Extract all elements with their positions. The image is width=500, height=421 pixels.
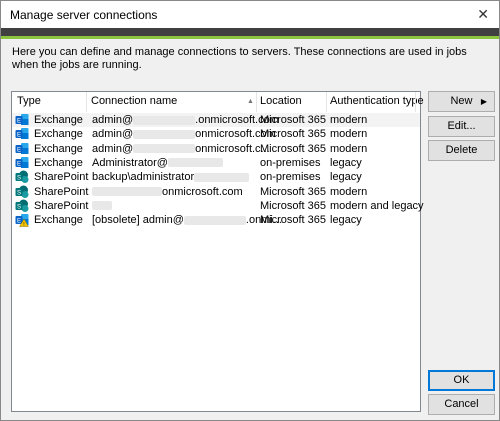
cell-location: on-premises [260,171,321,184]
dialog-window: Manage server connections ✕ Here you can… [0,0,500,421]
cell-authentication-type: modern [330,142,368,155]
svg-text:E: E [17,219,21,225]
redacted-text [133,129,196,139]
sort-ascending-icon: ▲ [247,98,254,105]
cell-type: Exchange [34,114,83,126]
cell-type: Exchange [34,214,83,227]
cell-connection-name [92,200,112,212]
column-header-location[interactable]: Location [260,95,302,107]
cell-type: Exchange [34,142,83,155]
svg-text:S: S [17,176,21,182]
cell-location: Microsoft 365 [260,185,327,198]
column-header-type[interactable]: Type [17,95,41,107]
cell-authentication-type: modern [330,114,368,126]
redacted-text [92,201,112,211]
cell-authentication-type: legacy [330,171,362,184]
redacted-text [133,144,196,154]
exchange-icon: E [15,113,29,127]
exchange-icon: E [15,127,29,141]
sharepoint-icon: S [15,170,29,184]
svg-text:E: E [17,147,21,153]
redacted-text [194,172,250,182]
redacted-text [167,158,223,168]
column-separator[interactable] [256,92,257,112]
cell-location: Microsoft 365 [260,114,327,126]
redacted-text [183,215,246,225]
cell-location: Microsoft 365 [260,214,327,227]
table-row[interactable]: S SharePoint Microsoft 365 modern and legac… [12,199,424,213]
table-row[interactable]: E Exchange Administrator@ on-premises legacy [12,156,420,170]
sharepoint-icon: S [15,185,29,199]
connection-name-suffix: onmicrosoft.c... [195,142,270,155]
cell-connection-name: backup\administrator [92,171,250,184]
cell-type: Exchange [34,156,83,169]
cell-location: on-premises [260,156,321,169]
edit-button[interactable]: Edit... [428,116,495,137]
sharepoint-icon: S [15,199,29,213]
redacted-text [92,187,162,197]
connection-name-prefix: admin@ [92,142,134,155]
cell-authentication-type: legacy [330,214,362,227]
column-header-connection-name[interactable]: Connection name [91,95,177,107]
redacted-text [133,115,196,125]
new-button[interactable]: New ▶ [428,91,495,112]
cell-location: Microsoft 365 [260,199,327,212]
svg-text:!: ! [23,222,24,227]
cell-connection-name: Administrator@ [92,157,223,169]
table-row[interactable]: E Exchange admin@ .onmicrosoft.com Microsoft… [12,113,420,127]
cell-connection-name: onmicrosoft.com [92,186,243,198]
connection-name-suffix: onmicrosoft.com [162,185,243,198]
cancel-button[interactable]: Cancel [428,394,495,415]
list-header: Type Connection name ▲ Location Authenti… [12,92,424,112]
cell-authentication-type: modern and legacy [330,199,424,212]
cell-connection-name: admin@ .onmicrosoft.com [92,114,279,126]
svg-text:E: E [17,161,21,167]
cell-type: SharePoint [34,171,89,184]
table-row[interactable]: E Exchange admin@ onmicrosoft.com Microsoft … [12,127,420,141]
svg-text:S: S [17,190,21,196]
close-icon[interactable]: ✕ [477,6,489,23]
header-band [1,28,499,36]
table-row[interactable]: E! Exchange [obsolete] admin@ .onmi... Micro… [12,213,420,228]
connection-name-prefix: admin@ [92,114,134,126]
column-separator[interactable] [86,92,87,112]
cell-authentication-type: modern [330,128,368,141]
cell-connection-name: [obsolete] admin@ .onmi... [92,214,282,226]
exchange-warning-icon: E! [15,213,29,228]
cell-connection-name: admin@ onmicrosoft.c... [92,143,270,155]
connection-name-prefix: backup\administrator [92,171,195,184]
cell-location: Microsoft 365 [260,142,327,155]
column-header-authentication-type[interactable]: Authentication type [330,95,424,107]
exchange-icon: E [15,142,29,156]
description-text: Here you can define and manage connectio… [12,46,467,71]
ok-button[interactable]: OK [428,370,495,391]
new-button-label: New [450,95,473,107]
table-row[interactable]: S SharePoint onmicrosoft.com Microsoft 365 m… [12,185,420,199]
cell-type: SharePoint [34,199,89,212]
svg-text:S: S [17,204,21,210]
table-row[interactable]: S SharePoint backup\administrator on-premis… [12,170,420,184]
connections-list[interactable]: Type Connection name ▲ Location Authenti… [11,91,424,412]
exchange-icon: E [15,156,29,170]
title-bar: Manage server connections ✕ [1,1,499,28]
column-separator[interactable] [415,92,416,112]
connection-name-prefix: admin@ [92,128,134,141]
cell-connection-name: admin@ onmicrosoft.com [92,128,276,140]
cell-authentication-type: legacy [330,156,362,169]
window-title: Manage server connections [10,8,158,22]
cell-type: SharePoint [34,185,89,198]
connection-name-prefix: Administrator@ [92,156,168,169]
svg-text:E: E [17,133,21,139]
connection-name-prefix: [obsolete] admin@ [92,214,184,227]
column-separator[interactable] [326,92,327,112]
submenu-arrow-icon: ▶ [480,97,487,106]
accent-stripe [1,36,499,39]
cell-location: Microsoft 365 [260,128,327,141]
cell-type: Exchange [34,128,83,141]
svg-text:E: E [17,119,21,125]
table-row[interactable]: E Exchange admin@ onmicrosoft.c... Microsoft… [12,142,420,156]
delete-button[interactable]: Delete [428,140,495,161]
cell-authentication-type: modern [330,185,368,198]
